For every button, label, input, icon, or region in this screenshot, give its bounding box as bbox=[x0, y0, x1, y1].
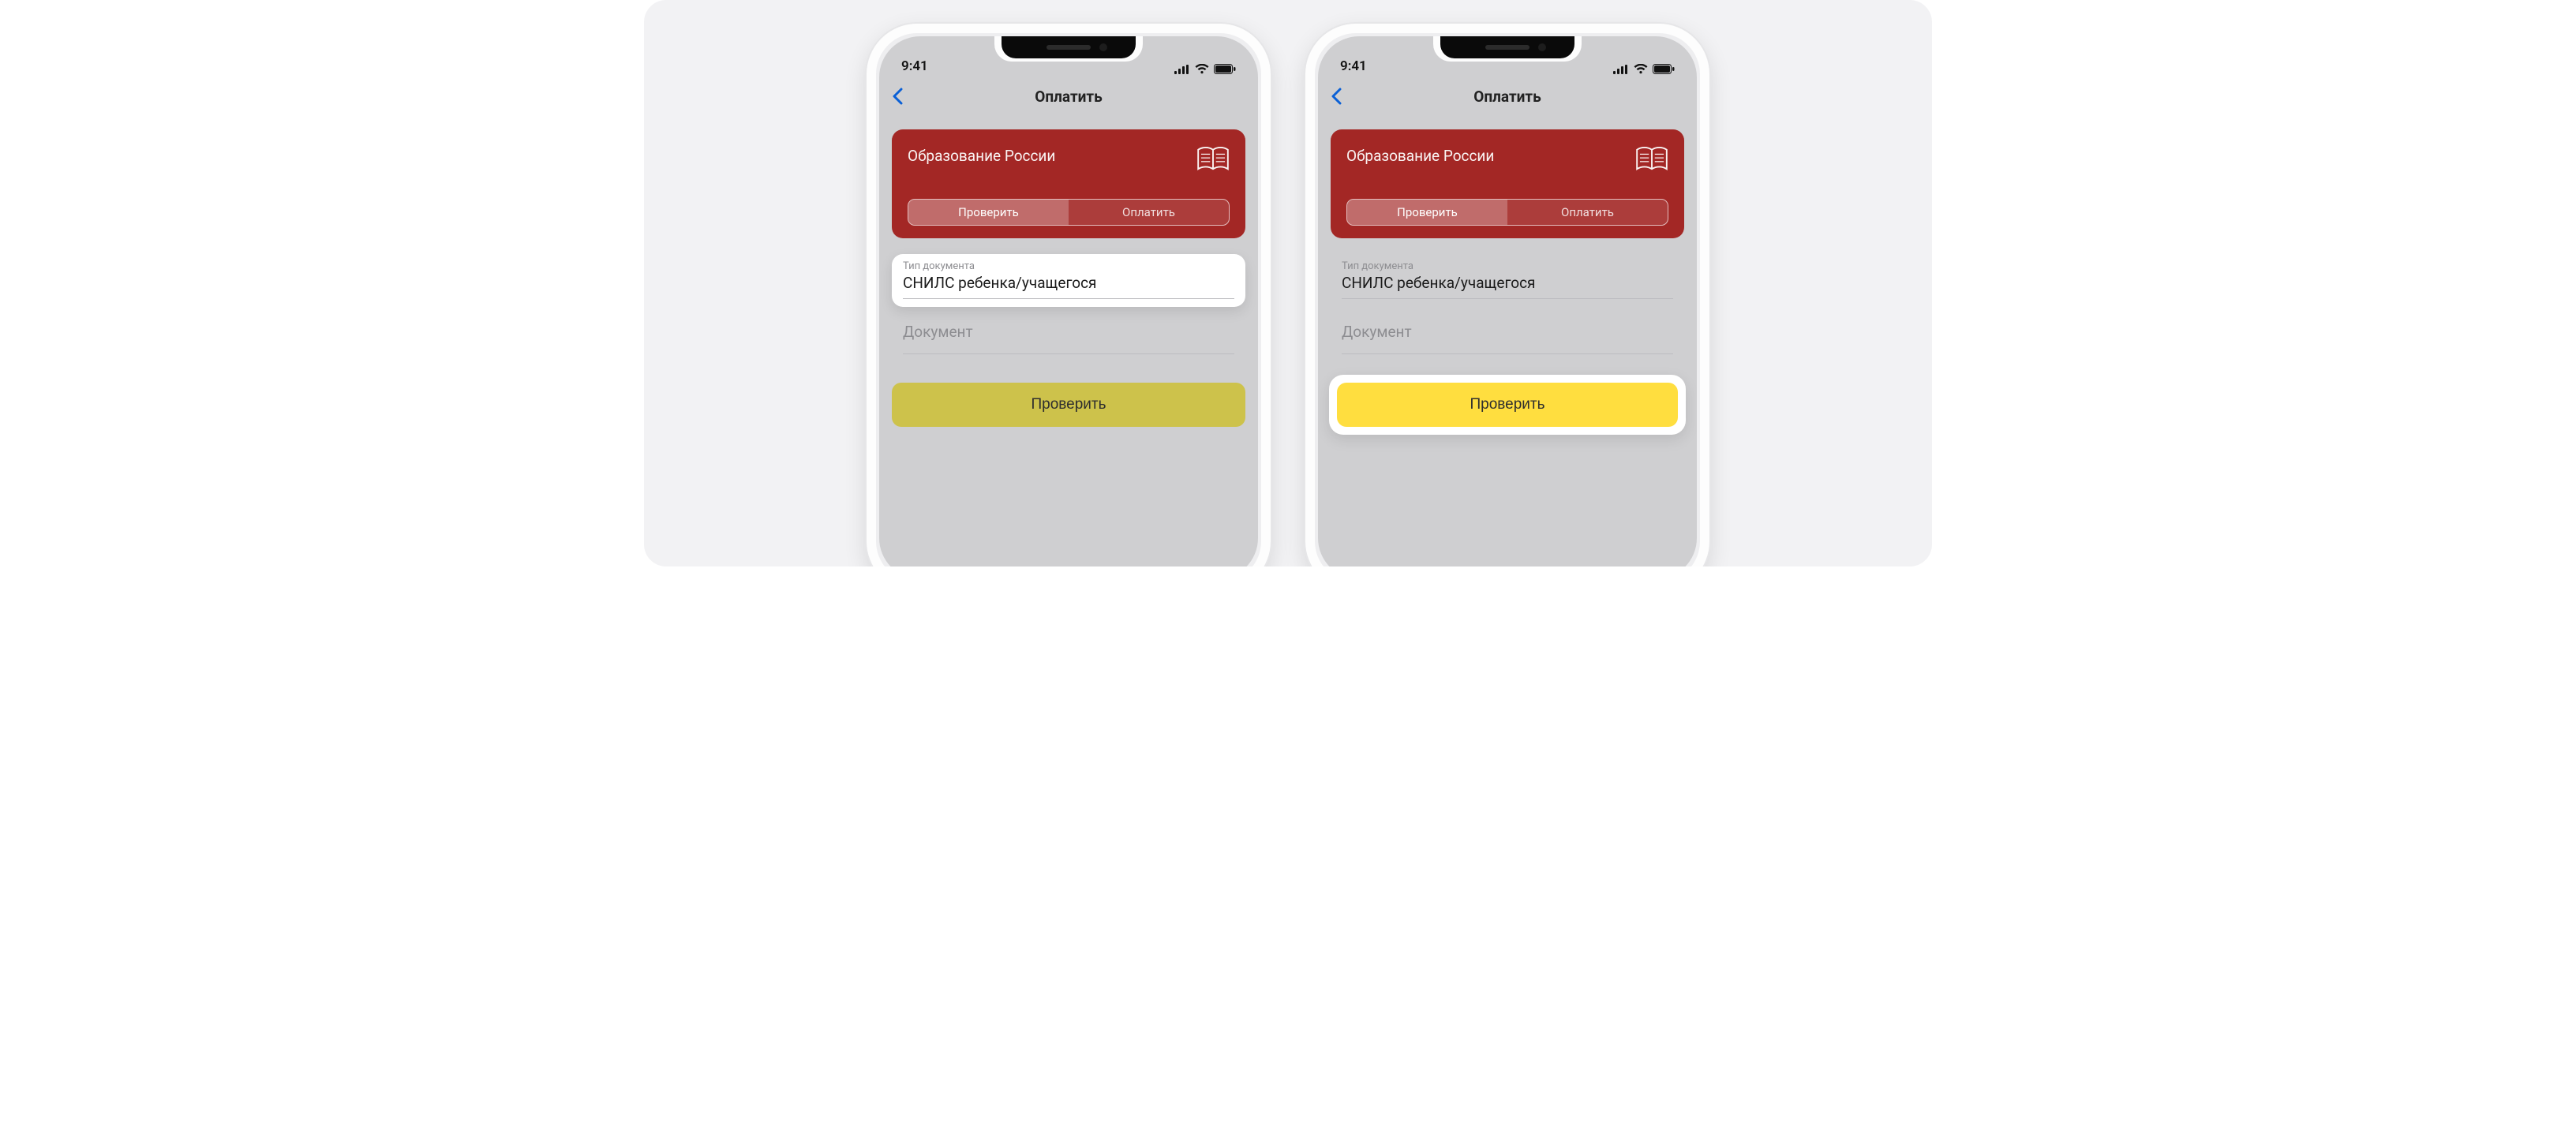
cellular-icon bbox=[1174, 65, 1190, 74]
doc-type-field[interactable]: Тип документа СНИЛС ребенка/учащегося bbox=[892, 254, 1245, 307]
segment-check[interactable]: Проверить bbox=[908, 200, 1069, 225]
nav-bar: Оплатить bbox=[879, 77, 1258, 115]
service-title: Образование России bbox=[1346, 147, 1494, 165]
battery-icon bbox=[1653, 64, 1675, 74]
segment-pay[interactable]: Оплатить bbox=[1069, 200, 1229, 225]
service-card: Образование России Проверить Оплатить bbox=[1331, 129, 1684, 238]
segmented-control: Проверить Оплатить bbox=[1346, 199, 1668, 226]
nav-title: Оплатить bbox=[1318, 88, 1697, 106]
segment-check[interactable]: Проверить bbox=[1347, 200, 1507, 225]
phone-frame-1: 9:41 Оплатить Образование России bbox=[867, 24, 1271, 566]
wifi-icon bbox=[1634, 64, 1648, 74]
phone-screen-2: 9:41 Оплатить Образование России bbox=[1318, 36, 1697, 566]
status-icons bbox=[1613, 64, 1675, 74]
primary-button-wrap: Проверить bbox=[892, 383, 1245, 427]
doc-type-value: СНИЛС ребенка/учащегося bbox=[903, 274, 1234, 292]
wifi-icon bbox=[1195, 64, 1209, 74]
doc-type-field[interactable]: Тип документа СНИЛС ребенка/учащегося bbox=[1331, 254, 1684, 307]
status-time: 9:41 bbox=[1340, 58, 1367, 74]
cellular-icon bbox=[1613, 65, 1629, 74]
nav-title: Оплатить bbox=[879, 88, 1258, 106]
doc-type-label: Тип документа bbox=[1342, 260, 1673, 272]
doc-number-field[interactable]: Документ bbox=[1331, 323, 1684, 354]
doc-number-placeholder: Документ bbox=[903, 323, 1234, 341]
check-button[interactable]: Проверить bbox=[1337, 383, 1678, 427]
primary-button-wrap: Проверить bbox=[1329, 375, 1686, 435]
check-button[interactable]: Проверить bbox=[892, 383, 1245, 427]
doc-type-value: СНИЛС ребенка/учащегося bbox=[1342, 274, 1673, 292]
battery-icon bbox=[1214, 64, 1236, 74]
doc-number-placeholder: Документ bbox=[1342, 323, 1673, 341]
status-icons bbox=[1174, 64, 1236, 74]
notch bbox=[990, 36, 1148, 63]
book-icon bbox=[1196, 147, 1230, 172]
phone-frame-2: 9:41 Оплатить Образование России bbox=[1305, 24, 1709, 566]
service-card: Образование России Проверить Оплатить bbox=[892, 129, 1245, 238]
status-time: 9:41 bbox=[901, 58, 928, 74]
segmented-control: Проверить Оплатить bbox=[908, 199, 1230, 226]
showcase-canvas: 9:41 Оплатить Образование России bbox=[644, 0, 1932, 566]
doc-number-field[interactable]: Документ bbox=[892, 323, 1245, 354]
book-icon bbox=[1635, 147, 1668, 172]
segment-pay[interactable]: Оплатить bbox=[1507, 200, 1668, 225]
service-title: Образование России bbox=[908, 147, 1055, 165]
nav-bar: Оплатить bbox=[1318, 77, 1697, 115]
notch bbox=[1428, 36, 1586, 63]
phone-screen-1: 9:41 Оплатить Образование России bbox=[879, 36, 1258, 566]
doc-type-label: Тип документа bbox=[903, 260, 1234, 272]
